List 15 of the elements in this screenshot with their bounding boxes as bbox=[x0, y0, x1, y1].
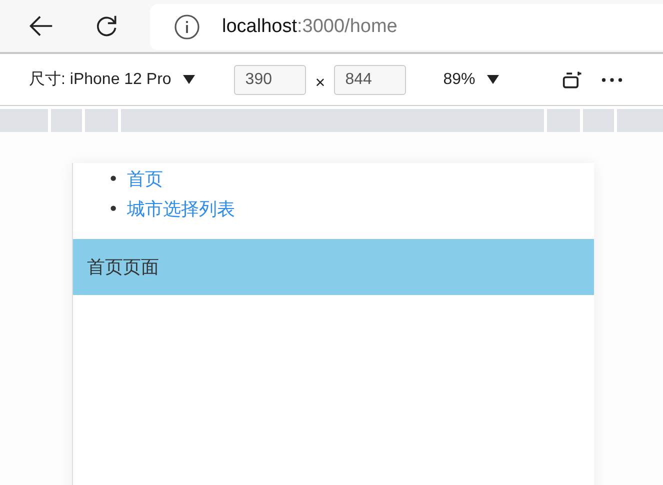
dropdown-icon bbox=[487, 75, 500, 84]
list-bullet: • bbox=[108, 168, 120, 192]
banner-text: 首页页面 bbox=[87, 256, 159, 279]
url-text: localhost:3000/home bbox=[222, 16, 398, 38]
list-bullet: • bbox=[108, 198, 120, 222]
height-field[interactable]: 844 bbox=[334, 64, 406, 94]
address-bar[interactable]: localhost:3000/home bbox=[150, 4, 663, 50]
back-icon[interactable] bbox=[28, 14, 54, 38]
dropdown-icon bbox=[183, 75, 196, 84]
more-icon[interactable] bbox=[601, 76, 624, 82]
info-icon[interactable] bbox=[174, 14, 200, 40]
times-label: × bbox=[315, 72, 326, 92]
width-field[interactable]: 390 bbox=[234, 64, 306, 94]
device-selector[interactable]: 尺寸: iPhone 12 Pro bbox=[29, 69, 196, 90]
zoom-selector[interactable]: 89% bbox=[443, 70, 500, 88]
